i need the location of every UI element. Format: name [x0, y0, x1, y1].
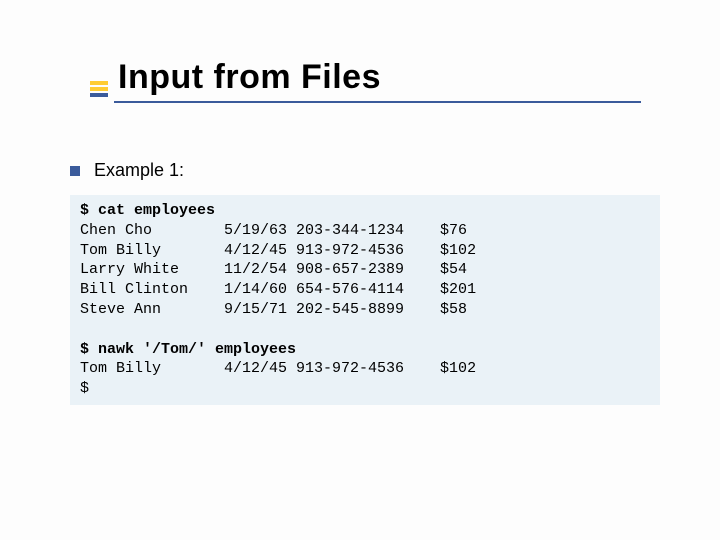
emp-row-0: Chen Cho 5/19/63 203-344-1234 $76: [80, 222, 467, 239]
bullet-text: Example 1:: [94, 160, 184, 181]
prompt-end: $: [80, 380, 89, 397]
slide-title: Input from Files: [114, 58, 641, 103]
emp-row-2: Larry White 11/2/54 908-657-2389 $54: [80, 261, 467, 278]
emp-row-4: Steve Ann 9/15/71 202-545-8899 $58: [80, 301, 467, 318]
slide-body: Example 1: $ cat employees Chen Cho 5/19…: [70, 160, 660, 405]
result-row-0: Tom Billy 4/12/45 913-972-4536 $102: [80, 360, 476, 377]
title-accent-icon: [90, 79, 108, 103]
code-block: $ cat employees Chen Cho 5/19/63 203-344…: [70, 195, 660, 405]
bullet-example-1: Example 1:: [70, 160, 660, 181]
command-cat: $ cat employees: [80, 202, 215, 219]
emp-row-1: Tom Billy 4/12/45 913-972-4536 $102: [80, 242, 476, 259]
square-bullet-icon: [70, 166, 80, 176]
emp-row-3: Bill Clinton 1/14/60 654-576-4114 $201: [80, 281, 476, 298]
slide-title-bar: Input from Files: [90, 58, 641, 103]
command-nawk: $ nawk '/Tom/' employees: [80, 341, 296, 358]
